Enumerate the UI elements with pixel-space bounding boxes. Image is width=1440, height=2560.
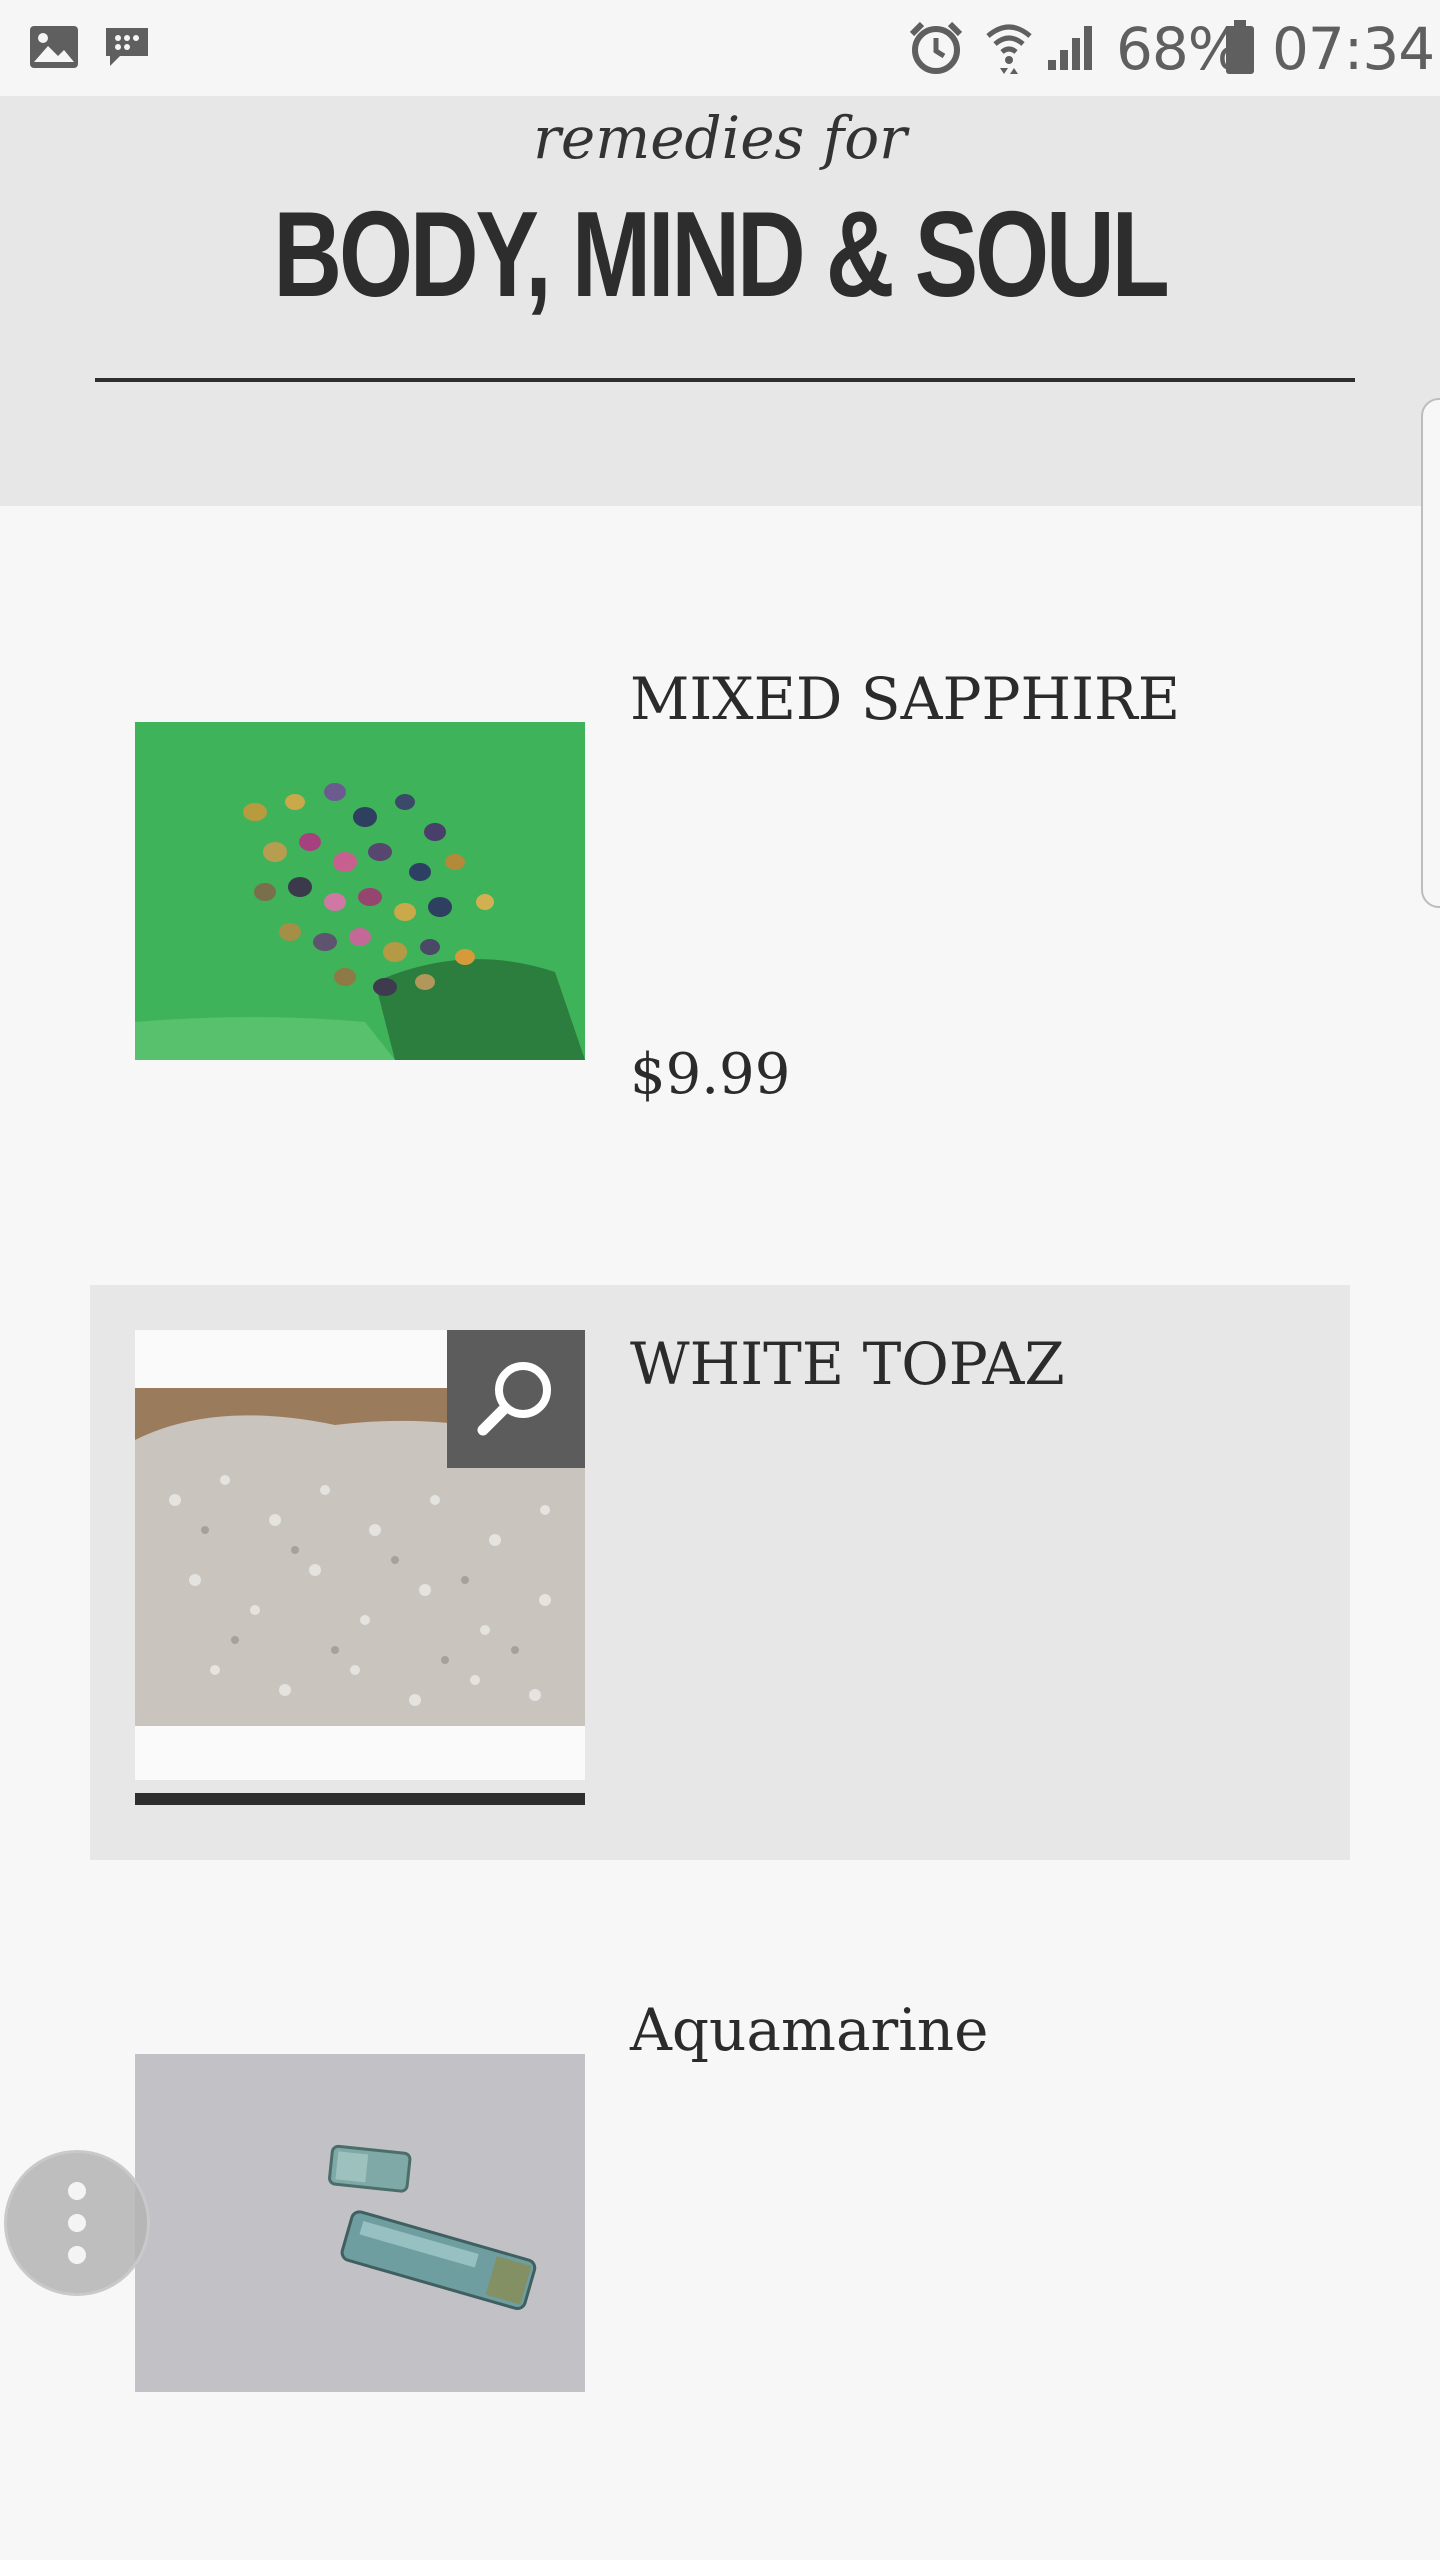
more-vert-dot [68,2246,86,2264]
image-load-progress [135,1793,585,1805]
zoom-button[interactable] [447,1330,585,1468]
product-item-aquamarine[interactable]: Aquamarine [90,1975,1350,2445]
wifi-icon [984,20,1034,80]
aquamarine-photo[interactable] [135,2054,585,2392]
image-icon [28,24,80,74]
more-vert-icon [68,2182,86,2200]
messenger-icon [102,24,152,74]
site-header: remedies for BODY, MIND & SOUL [0,96,1440,506]
alarm-icon [908,20,964,80]
mixed-sapphire-photo[interactable] [135,722,585,1060]
status-bar: 68% 07:34 [0,0,1440,96]
product-name[interactable]: MIXED SAPPHIRE [630,664,1180,734]
site-title[interactable]: BODY, MIND & SOUL [158,184,1281,324]
product-item-mixed-sapphire[interactable]: MIXED SAPPHIRE $9.99 [90,640,1350,1140]
battery-icon [1224,20,1256,80]
header-divider [95,378,1355,382]
product-item-white-topaz[interactable]: WHITE TOPAZ [90,1285,1350,1860]
more-vert-dot [68,2214,86,2232]
tagline: remedies for [533,104,907,172]
product-name[interactable]: WHITE TOPAZ [630,1329,1065,1399]
more-options-button[interactable] [4,2150,150,2296]
signal-icon [1044,22,1096,76]
edge-panel-handle[interactable] [1421,398,1440,908]
product-name[interactable]: Aquamarine [630,1995,988,2065]
product-price: $9.99 [630,1042,791,1107]
magnifier-icon [471,1352,561,1446]
clock: 07:34 [1272,15,1435,83]
